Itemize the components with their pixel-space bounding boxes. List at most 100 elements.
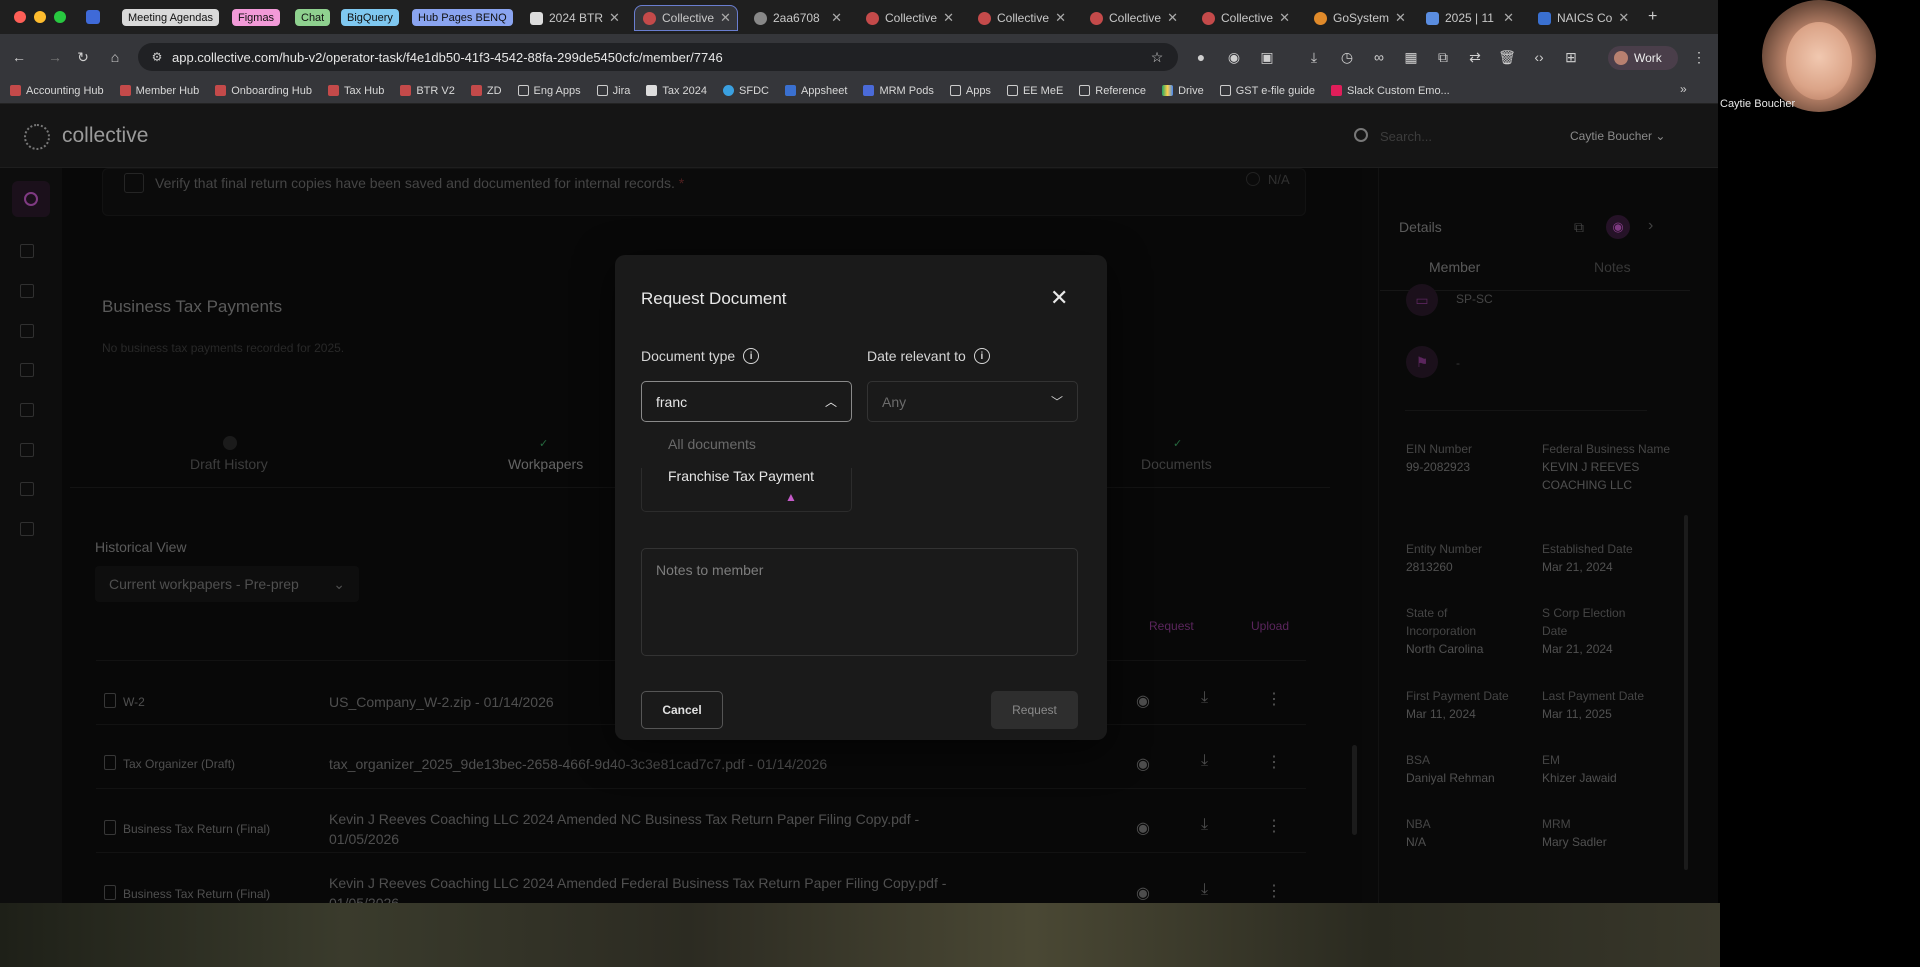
date-relevant-select[interactable]: Any ﹀: [867, 381, 1078, 422]
close-tab-icon[interactable]: ✕: [609, 10, 620, 26]
mrm-icon: [863, 85, 875, 96]
close-window-button[interactable]: [14, 11, 26, 23]
download-icon[interactable]: ⤓: [1305, 48, 1323, 66]
tab-collective[interactable]: Collective ✕: [1194, 5, 1298, 31]
trash-icon[interactable]: 🗑: [1498, 48, 1516, 66]
more-bookmarks-icon[interactable]: »: [1680, 82, 1687, 96]
document-type-input[interactable]: franc ︿: [641, 381, 852, 422]
link-icon[interactable]: ∞: [1370, 48, 1388, 66]
document-type-dropdown: All documents Franchise Tax Payment: [650, 428, 850, 492]
search-input[interactable]: Search...: [1380, 129, 1432, 144]
tab-groups-icon[interactable]: [86, 10, 100, 24]
close-icon[interactable]: ✕: [1050, 287, 1068, 309]
profile-button[interactable]: Work: [1608, 46, 1678, 70]
reload-icon[interactable]: ↻: [74, 48, 92, 66]
bookmark-sfdc[interactable]: SFDC: [723, 85, 769, 97]
date-relevant-label: Date relevant to i: [867, 348, 990, 364]
tab-collective-active[interactable]: Collective ✕: [634, 5, 738, 31]
grid-icon[interactable]: ▦: [1402, 48, 1420, 66]
user-name: Caytie Boucher: [1570, 129, 1653, 143]
bookmark-star-icon[interactable]: ☆: [1148, 48, 1166, 66]
tab-group-bigquery[interactable]: BigQuery: [341, 9, 399, 26]
bookmark-mrm-pods[interactable]: MRM Pods: [863, 85, 934, 97]
bookmark-tax-hub[interactable]: Tax Hub: [327, 85, 384, 97]
tab-collective[interactable]: Collective ✕: [858, 5, 962, 31]
user-menu[interactable]: Caytie Boucher ⌄: [1570, 129, 1665, 143]
close-tab-icon[interactable]: ✕: [943, 10, 954, 26]
bookmark-accounting-hub[interactable]: Accounting Hub: [10, 85, 104, 97]
close-tab-icon[interactable]: ✕: [1167, 10, 1178, 26]
info-icon[interactable]: i: [973, 348, 990, 364]
desktop-background: [0, 903, 1720, 967]
bookmark-slack-emoji[interactable]: Slack Custom Emo...: [1331, 85, 1450, 97]
tab-group-chat[interactable]: Chat: [295, 9, 331, 26]
extension-icon[interactable]: ●: [1192, 48, 1210, 66]
bookmark-ee-mee[interactable]: EE MeE: [1006, 85, 1063, 97]
tab-group-meeting-agendas[interactable]: Meeting Agendas: [122, 9, 220, 26]
code-icon[interactable]: ‹›: [1530, 48, 1548, 66]
tab-2aa6708[interactable]: 2aa6708 ✕: [746, 5, 850, 31]
bookmark-reference[interactable]: Reference: [1079, 85, 1146, 97]
tab-group-hub-pages[interactable]: Hub Pages BENQ: [412, 9, 513, 26]
participant-name: Caytie Boucher: [1720, 98, 1796, 110]
collective-favicon-icon: [10, 85, 21, 96]
folder-icon: [949, 85, 961, 96]
chevron-up-icon: ︿: [824, 395, 837, 409]
bookmark-eng-apps[interactable]: Eng Apps: [517, 85, 581, 97]
appsheet-icon: [784, 85, 796, 96]
tab-2025[interactable]: 2025 | 11 ✕: [1418, 5, 1522, 31]
collective-favicon-icon: [470, 85, 482, 96]
tab-naics[interactable]: NAICS Co ✕: [1530, 5, 1634, 31]
close-tab-icon[interactable]: ✕: [1279, 10, 1290, 26]
bookmark-btr-v2[interactable]: BTR V2: [400, 85, 455, 97]
close-tab-icon[interactable]: ✕: [831, 10, 842, 26]
close-tab-icon[interactable]: ✕: [1055, 10, 1066, 26]
tab-collective[interactable]: Collective ✕: [1082, 5, 1186, 31]
apps-grid-icon[interactable]: ⊞: [1562, 48, 1580, 66]
bookmark-tax-2024[interactable]: Tax 2024: [646, 85, 707, 97]
close-tab-icon[interactable]: ✕: [1395, 10, 1406, 26]
site-settings-icon[interactable]: ⚙: [148, 48, 166, 66]
bookmark-member-hub[interactable]: Member Hub: [119, 85, 199, 97]
folder-icon: [517, 85, 529, 96]
new-tab-icon[interactable]: +: [1648, 8, 1657, 26]
info-icon[interactable]: i: [743, 348, 760, 364]
screenshot-icon[interactable]: ⧉: [1434, 48, 1452, 66]
tab-2024-btr[interactable]: 2024 BTR ✕: [522, 5, 626, 31]
tab-group-figmas[interactable]: Figmas: [232, 9, 281, 26]
tab-collective[interactable]: Collective ✕: [970, 5, 1074, 31]
maximize-window-button[interactable]: [54, 11, 66, 23]
close-tab-icon[interactable]: ✕: [1503, 10, 1514, 26]
doc-favicon-icon: [530, 11, 543, 25]
bookmark-apps[interactable]: Apps: [949, 85, 991, 97]
bookmark-zd[interactable]: ZD: [470, 85, 502, 97]
minimize-window-button[interactable]: [34, 11, 46, 23]
bookmark-gst-guide[interactable]: GST e-file guide: [1219, 85, 1315, 97]
history-icon[interactable]: ◷: [1338, 48, 1356, 66]
extensions-puzzle-icon[interactable]: ▣: [1258, 48, 1276, 66]
browser-menu-icon[interactable]: ⋮: [1690, 48, 1708, 66]
sync-icon[interactable]: ⇄: [1466, 48, 1484, 66]
naics-favicon-icon: [1538, 11, 1551, 25]
bookmark-onboarding-hub[interactable]: Onboarding Hub: [215, 85, 312, 97]
participant-face-icon: [1786, 22, 1852, 100]
forward-arrow-icon[interactable]: →: [46, 48, 64, 66]
home-icon[interactable]: ⌂: [106, 48, 124, 66]
password-manager-icon[interactable]: ◉: [1225, 48, 1243, 66]
folder-icon: [596, 85, 608, 96]
bookmark-appsheet[interactable]: Appsheet: [784, 85, 847, 97]
back-arrow-icon[interactable]: ←: [10, 48, 28, 66]
notes-to-member-field[interactable]: Notes to member: [641, 548, 1078, 656]
address-bar[interactable]: app.collective.com/hub-v2/operator-task/…: [138, 43, 1178, 71]
bookmark-jira[interactable]: Jira: [596, 85, 630, 97]
dropdown-option-all-documents[interactable]: All documents: [668, 436, 756, 452]
tab-gosystem[interactable]: GoSystem ✕: [1306, 5, 1410, 31]
cancel-button[interactable]: Cancel: [641, 691, 723, 729]
close-tab-icon[interactable]: ✕: [720, 10, 731, 26]
close-tab-icon[interactable]: ✕: [1618, 10, 1629, 26]
dropdown-option-franchise-tax-payment[interactable]: Franchise Tax Payment: [668, 468, 814, 484]
bookmark-drive[interactable]: Drive: [1162, 85, 1204, 97]
collective-favicon-icon: [1090, 11, 1103, 25]
participant-video: [1762, 0, 1876, 112]
request-button[interactable]: Request: [991, 691, 1078, 729]
